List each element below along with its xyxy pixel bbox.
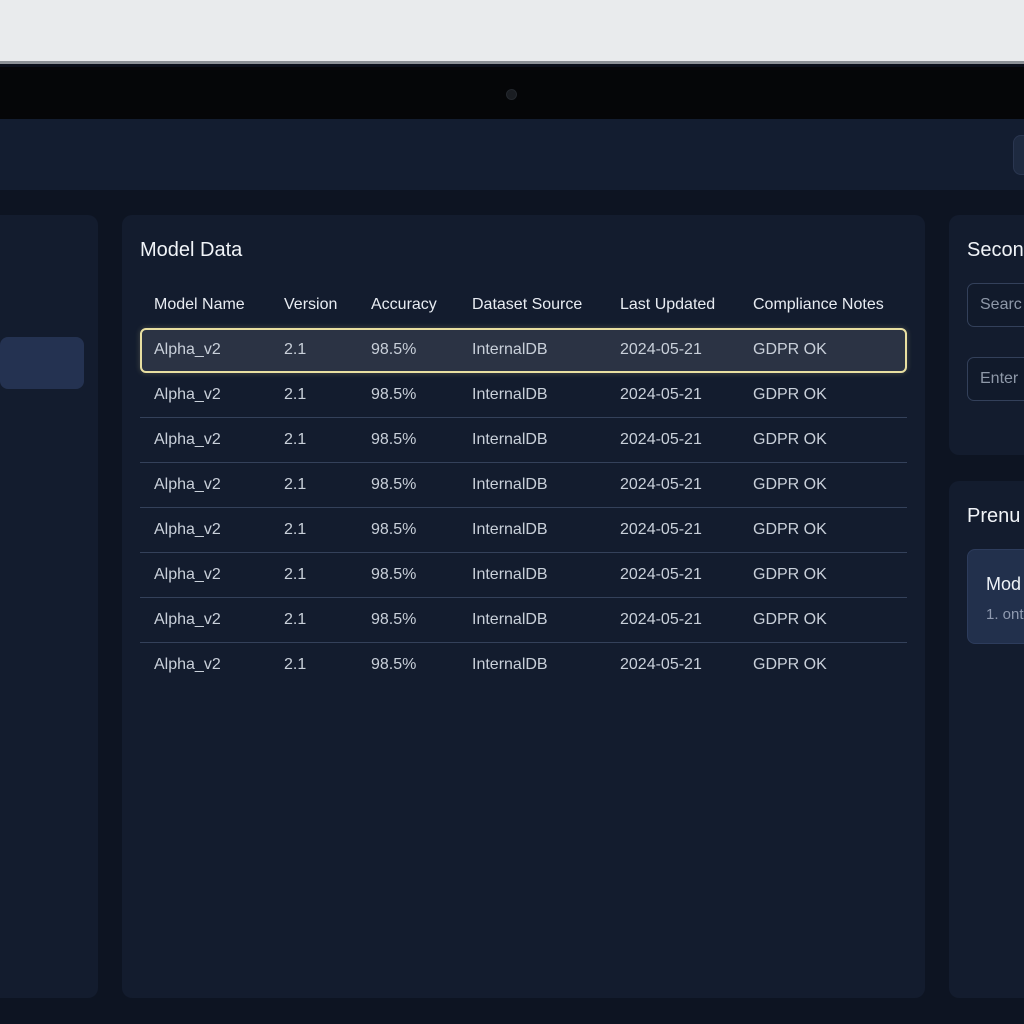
preview-panel: Prenu Mod 1. ontr bbox=[949, 481, 1024, 998]
camera-icon bbox=[506, 89, 517, 100]
accuracy-cell: 98.5% bbox=[371, 385, 417, 403]
version-cell: 2.1 bbox=[270, 462, 357, 507]
table-row[interactable]: Alpha_v2 2.1 98.5% InternalDB 2024-05-21 GDPR… bbox=[140, 552, 907, 597]
last-updated-cell: 2024-05-21 bbox=[620, 385, 702, 403]
dataset-source-cell: InternalDB bbox=[472, 340, 548, 358]
dataset-source-cell: InternalDB bbox=[458, 642, 606, 687]
model-name-cell: Alpha_v2 bbox=[140, 417, 270, 462]
compliance-notes-cell: GDPR OK bbox=[753, 385, 827, 403]
table-header-row: Model Name Version Accuracy Dataset Sour… bbox=[140, 283, 907, 327]
accuracy-cell: 98.5% bbox=[357, 552, 458, 597]
app-header bbox=[0, 119, 1024, 190]
secondary-panel: Secon bbox=[949, 215, 1024, 455]
compliance-notes-cell: GDPR OK bbox=[739, 642, 907, 687]
compliance-notes-cell: GDPR OK bbox=[739, 597, 907, 642]
model-name-cell: Alpha_v2 bbox=[154, 340, 221, 358]
table-row[interactable]: Alpha_v2 2.1 98.5% InternalDB 2024-05-21 GDPR… bbox=[140, 507, 907, 552]
last-updated-cell: 2024-05-21 bbox=[606, 552, 739, 597]
model-card-title: Mod bbox=[986, 574, 1022, 594]
preview-panel-title: Prenu bbox=[967, 505, 1021, 527]
model-card[interactable]: Mod 1. ontr bbox=[967, 549, 1024, 644]
column-header-last-updated[interactable]: Last Updated bbox=[606, 283, 739, 327]
last-updated-cell: 2024-05-21 bbox=[606, 597, 739, 642]
version-cell: 2.1 bbox=[270, 417, 357, 462]
column-header-accuracy[interactable]: Accuracy bbox=[357, 283, 458, 327]
accuracy-cell: 98.5% bbox=[357, 597, 458, 642]
column-header-version[interactable]: Version bbox=[270, 283, 357, 327]
last-updated-cell: 2024-05-21 bbox=[620, 340, 702, 358]
accuracy-cell: 98.5% bbox=[357, 462, 458, 507]
device-bezel bbox=[0, 67, 1024, 119]
last-updated-cell: 2024-05-21 bbox=[606, 507, 739, 552]
version-cell: 2.1 bbox=[270, 552, 357, 597]
model-card-subtitle: 1. ontr bbox=[986, 606, 1024, 623]
dataset-source-cell: InternalDB bbox=[458, 462, 606, 507]
last-updated-cell: 2024-05-21 bbox=[606, 642, 739, 687]
model-name-cell: Alpha_v2 bbox=[140, 552, 270, 597]
model-data-panel: Model Data Model Name Version Accuracy D… bbox=[122, 215, 925, 998]
table-row[interactable]: Alpha_v2 2.1 98.5% InternalDB 2024-05-21 GDPR… bbox=[140, 642, 907, 687]
model-name-cell: Alpha_v2 bbox=[140, 642, 270, 687]
compliance-notes-cell: GDPR OK bbox=[739, 417, 907, 462]
sidebar-item-active[interactable] bbox=[0, 337, 84, 389]
search-input[interactable] bbox=[967, 283, 1024, 327]
last-updated-cell: 2024-05-21 bbox=[606, 417, 739, 462]
version-cell: 2.1 bbox=[270, 507, 357, 552]
accuracy-cell: 98.5% bbox=[357, 417, 458, 462]
column-header-dataset-source[interactable]: Dataset Source bbox=[458, 283, 606, 327]
table-row[interactable]: Alpha_v2 2.1 98.5% InternalDB 2024-05-21 GDPR… bbox=[140, 417, 907, 462]
accuracy-cell: 98.5% bbox=[357, 642, 458, 687]
table-row[interactable]: Alpha_v2 2.1 98.5% InternalDB 2024-05-21 GDPR… bbox=[140, 462, 907, 507]
model-name-cell: Alpha_v2 bbox=[140, 597, 270, 642]
version-cell: 2.1 bbox=[270, 642, 357, 687]
enter-input[interactable] bbox=[967, 357, 1024, 401]
dataset-source-cell: InternalDB bbox=[458, 552, 606, 597]
column-header-model-name[interactable]: Model Name bbox=[140, 283, 270, 327]
dataset-source-cell: InternalDB bbox=[458, 507, 606, 552]
compliance-notes-cell: GDPR OK bbox=[739, 552, 907, 597]
browser-chrome-strip bbox=[0, 0, 1024, 64]
version-cell: 2.1 bbox=[284, 385, 307, 403]
last-updated-cell: 2024-05-21 bbox=[606, 462, 739, 507]
dataset-source-cell: InternalDB bbox=[472, 385, 548, 403]
model-name-cell: Alpha_v2 bbox=[154, 385, 221, 403]
column-header-compliance-notes[interactable]: Compliance Notes bbox=[739, 283, 907, 327]
table-row[interactable]: Alpha_v2 2.1 98.5% InternalDB 2024-05-21 GDPR… bbox=[140, 327, 907, 372]
model-name-cell: Alpha_v2 bbox=[140, 462, 270, 507]
app-screen: Model Data Model Name Version Accuracy D… bbox=[0, 119, 1024, 1024]
dataset-source-cell: InternalDB bbox=[458, 417, 606, 462]
sidebar-panel bbox=[0, 215, 98, 998]
header-action-button[interactable] bbox=[1013, 135, 1024, 175]
panel-title: Model Data bbox=[140, 239, 243, 261]
table-row[interactable]: Alpha_v2 2.1 98.5% InternalDB 2024-05-21 GDPR… bbox=[140, 372, 907, 417]
secondary-panel-title: Secon bbox=[967, 239, 1024, 261]
table-row[interactable]: Alpha_v2 2.1 98.5% InternalDB 2024-05-21 GDPR… bbox=[140, 597, 907, 642]
version-cell: 2.1 bbox=[270, 597, 357, 642]
compliance-notes-cell: GDPR OK bbox=[739, 507, 907, 552]
dataset-source-cell: InternalDB bbox=[458, 597, 606, 642]
compliance-notes-cell: GDPR OK bbox=[753, 340, 827, 358]
model-name-cell: Alpha_v2 bbox=[140, 507, 270, 552]
accuracy-cell: 98.5% bbox=[357, 507, 458, 552]
accuracy-cell: 98.5% bbox=[371, 340, 417, 358]
compliance-notes-cell: GDPR OK bbox=[739, 462, 907, 507]
model-data-table: Model Name Version Accuracy Dataset Sour… bbox=[140, 283, 907, 687]
version-cell: 2.1 bbox=[284, 340, 307, 358]
